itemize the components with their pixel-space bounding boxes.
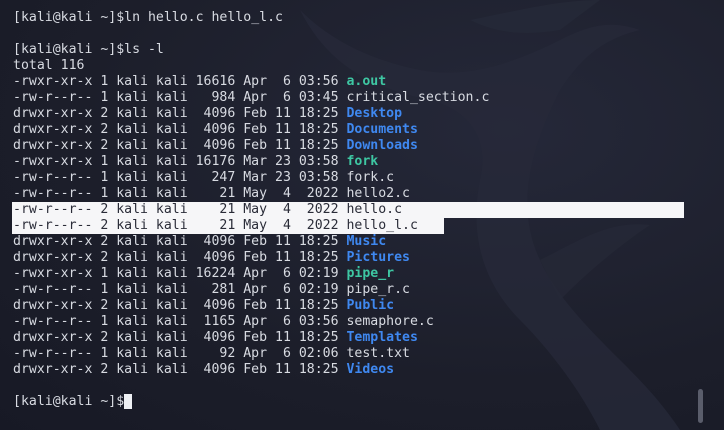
ls-row: drwxr-xr-x 2 kali kali 4096 Feb 11 18:25…	[13, 138, 703, 154]
file-name: Pictures	[346, 250, 410, 265]
file-name: critical_section.c	[346, 90, 490, 105]
file-name: Videos	[346, 362, 395, 377]
file-name: hello2.c	[346, 186, 410, 201]
ls-row: drwxr-xr-x 2 kali kali 4096 Feb 11 18:25…	[13, 250, 703, 266]
ls-row: drwxr-xr-x 2 kali kali 4096 Feb 11 18:25…	[13, 362, 703, 378]
prompt: [kali@kali ~]$	[13, 394, 125, 409]
prompt: [kali@kali ~]$	[13, 10, 125, 25]
file-name: pipe_r	[346, 266, 395, 281]
file-name: hello.c	[346, 202, 403, 217]
file-name: Music	[346, 234, 387, 249]
current-prompt-line[interactable]: [kali@kali ~]$	[13, 394, 703, 410]
command-line: [kali@kali ~]$ls -l	[13, 42, 703, 58]
ls-row: -rwxr-xr-x 1 kali kali 16616 Apr 6 03:56…	[13, 74, 703, 90]
ls-row: drwxr-xr-x 2 kali kali 4096 Feb 11 18:25…	[13, 122, 703, 138]
ls-row: drwxr-xr-x 2 kali kali 4096 Feb 11 18:25…	[13, 298, 703, 314]
ls-row: -rwxr-xr-x 1 kali kali 16176 Mar 23 03:5…	[13, 154, 703, 170]
file-name: Desktop	[346, 106, 403, 121]
ls-row: -rw-r--r-- 1 kali kali 21 May 4 2022 hel…	[13, 186, 703, 202]
file-meta: drwxr-xr-x 2 kali kali 4096 Feb 11 18:25	[13, 330, 347, 345]
ls-row: -rw-r--r-- 1 kali kali 984 Apr 6 03:45 c…	[13, 90, 703, 106]
terminal-screen: [kali@kali ~]$ln hello.c hello_l.c [kali…	[12, 10, 703, 410]
text-cursor	[124, 394, 133, 409]
file-name: semaphore.c	[346, 314, 434, 329]
file-meta: drwxr-xr-x 2 kali kali 4096 Feb 11 18:25	[13, 298, 347, 313]
ls-row: -rwxr-xr-x 1 kali kali 16224 Apr 6 02:19…	[13, 266, 703, 282]
ls-row: -rw-r--r-- 1 kali kali 247 Mar 23 03:58 …	[13, 170, 703, 186]
ls-row: drwxr-xr-x 2 kali kali 4096 Feb 11 18:25…	[13, 106, 703, 122]
ls-row: -rw-r--r-- 1 kali kali 281 Apr 6 02:19 p…	[13, 282, 703, 298]
file-meta: -rwxr-xr-x 1 kali kali 16176 Mar 23 03:5…	[13, 154, 347, 169]
scrollbar-thumb[interactable]	[698, 389, 703, 423]
total-line: total 116	[13, 58, 85, 73]
file-meta: drwxr-xr-x 2 kali kali 4096 Feb 11 18:25	[13, 250, 347, 265]
file-meta: -rwxr-xr-x 1 kali kali 16224 Apr 6 02:19	[13, 266, 347, 281]
ls-row: drwxr-xr-x 2 kali kali 4096 Feb 11 18:25…	[13, 330, 703, 346]
file-meta: -rw-r--r-- 1 kali kali 281 Apr 6 02:19	[13, 282, 347, 297]
command-text: ln hello.c hello_l.c	[124, 10, 283, 25]
file-name: hello_l.c	[346, 218, 418, 233]
file-name: Public	[346, 298, 395, 313]
file-meta: -rwxr-xr-x 1 kali kali 16616 Apr 6 03:56	[13, 74, 347, 89]
file-meta: drwxr-xr-x 2 kali kali 4096 Feb 11 18:25	[13, 362, 347, 377]
file-meta: drwxr-xr-x 2 kali kali 4096 Feb 11 18:25	[13, 234, 347, 249]
ls-row: -rw-r--r-- 2 kali kali 21 May 4 2022 hel…	[12, 202, 684, 218]
file-meta: drwxr-xr-x 2 kali kali 4096 Feb 11 18:25	[13, 106, 347, 121]
file-meta: drwxr-xr-x 2 kali kali 4096 Feb 11 18:25	[13, 122, 347, 137]
terminal-window[interactable]: [kali@kali ~]$ln hello.c hello_l.c [kali…	[0, 0, 724, 430]
file-name: fork.c	[346, 170, 395, 185]
file-meta: -rw-r--r-- 1 kali kali 984 Apr 6 03:45	[13, 90, 347, 105]
file-name: a.out	[346, 74, 387, 89]
file-meta: -rw-r--r-- 2 kali kali 21 May 4 2022	[13, 202, 347, 217]
file-name: Documents	[346, 122, 418, 137]
file-meta: -rw-r--r-- 1 kali kali 21 May 4 2022	[13, 186, 347, 201]
ls-listing: -rwxr-xr-x 1 kali kali 16616 Apr 6 03:56…	[12, 74, 703, 378]
command-line: [kali@kali ~]$ln hello.c hello_l.c	[13, 10, 703, 26]
command-text: ls -l	[124, 42, 164, 57]
file-name: pipe_r.c	[346, 282, 410, 297]
prompt: [kali@kali ~]$	[13, 42, 125, 57]
file-name: test.txt	[346, 346, 410, 361]
ls-row: -rw-r--r-- 1 kali kali 1165 Apr 6 03:56 …	[13, 314, 703, 330]
ls-row: -rw-r--r-- 1 kali kali 92 Apr 6 02:06 te…	[13, 346, 703, 362]
file-meta: -rw-r--r-- 1 kali kali 1165 Apr 6 03:56	[13, 314, 347, 329]
file-name: Downloads	[346, 138, 418, 153]
file-name: fork	[346, 154, 379, 169]
ls-row: -rw-r--r-- 2 kali kali 21 May 4 2022 hel…	[12, 218, 444, 234]
file-meta: drwxr-xr-x 2 kali kali 4096 Feb 11 18:25	[13, 138, 347, 153]
file-meta: -rw-r--r-- 2 kali kali 21 May 4 2022	[13, 218, 347, 233]
file-meta: -rw-r--r-- 1 kali kali 92 Apr 6 02:06	[13, 346, 347, 361]
ls-row: drwxr-xr-x 2 kali kali 4096 Feb 11 18:25…	[13, 234, 703, 250]
file-meta: -rw-r--r-- 1 kali kali 247 Mar 23 03:58	[13, 170, 347, 185]
file-name: Templates	[346, 330, 418, 345]
